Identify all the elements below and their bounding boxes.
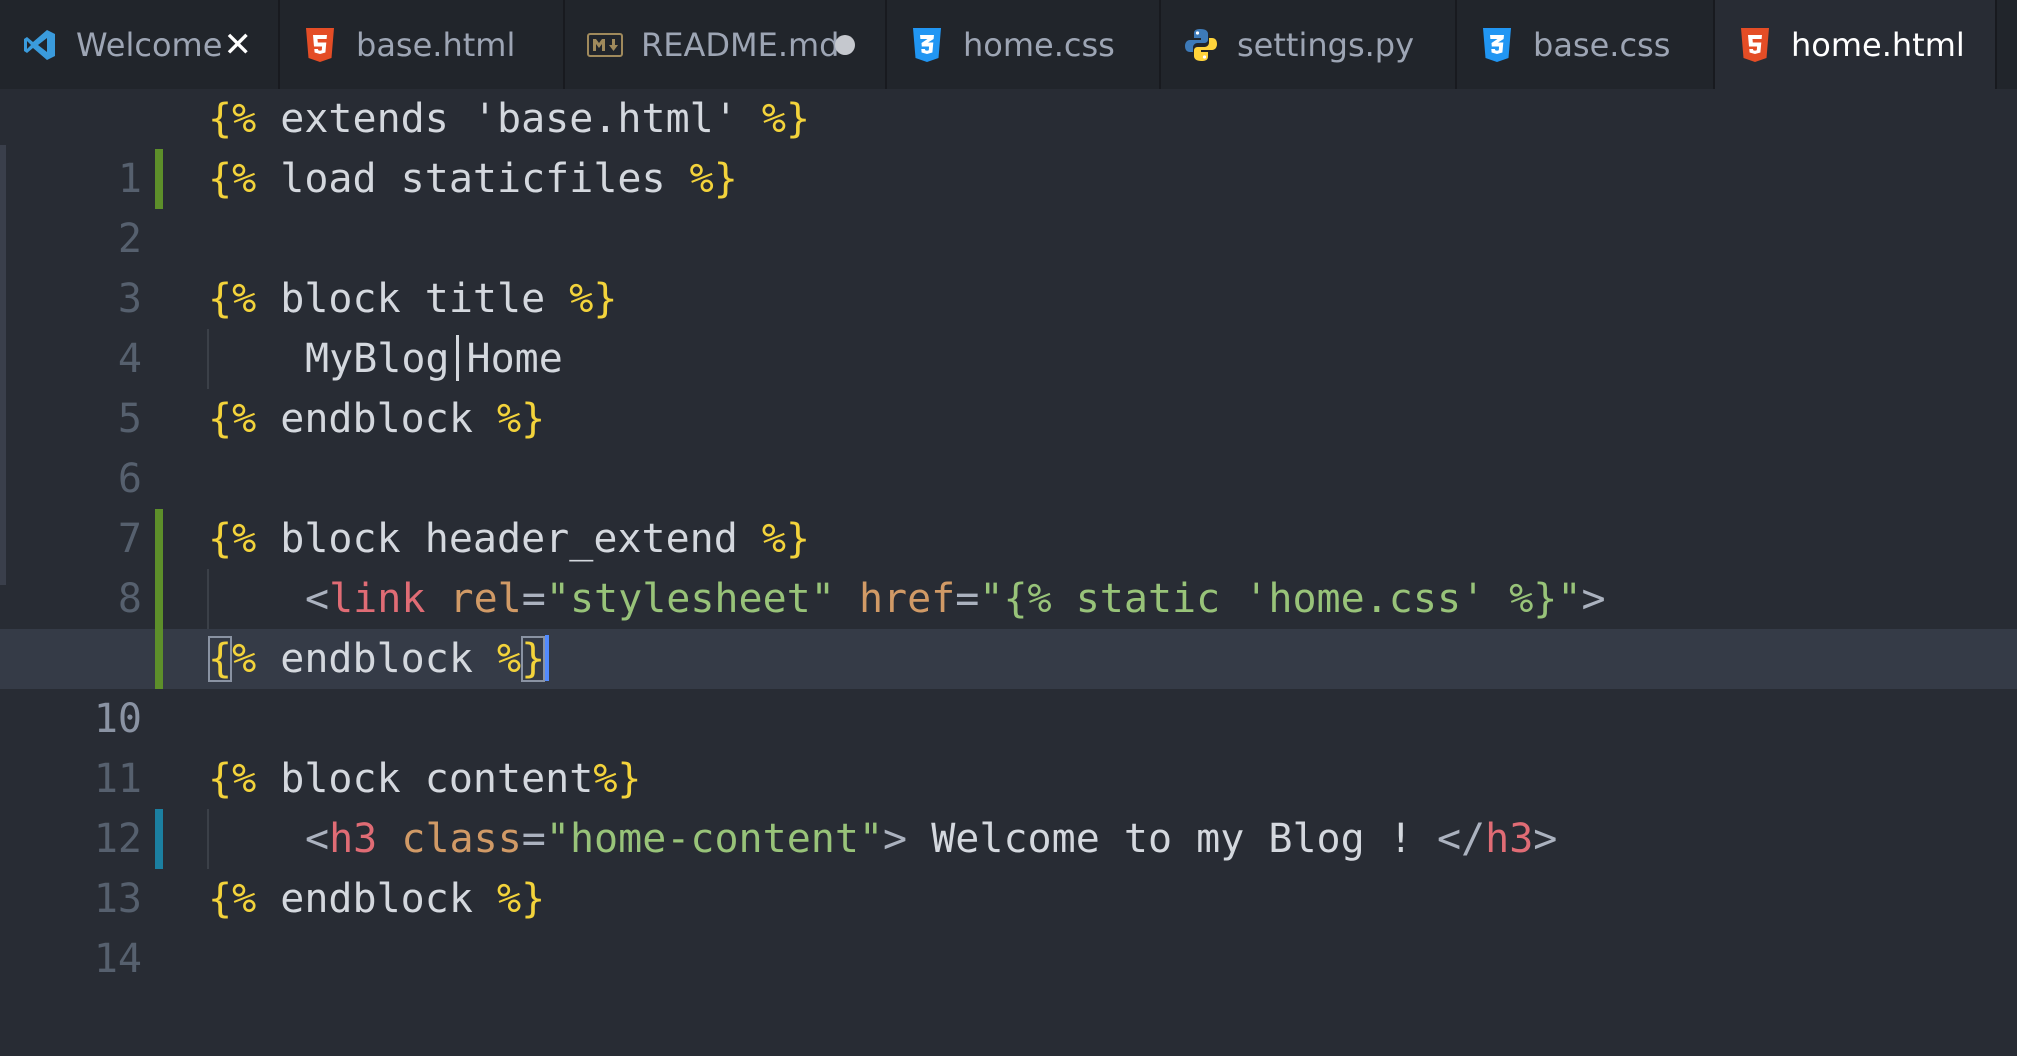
tab-base-html[interactable]: base.html xyxy=(280,0,565,89)
code-line[interactable]: 14 {% endblock %} xyxy=(0,869,2017,982)
bracket-match-highlight: } xyxy=(521,636,546,682)
unsaved-changes-dot-icon[interactable] xyxy=(835,34,855,55)
git-added-marker xyxy=(155,149,163,209)
code-line[interactable]: 3 xyxy=(0,209,2017,322)
line-content: {% block header_extend %} xyxy=(208,516,811,562)
code-line[interactable]: 7 xyxy=(0,449,2017,562)
tab-home-html[interactable]: home.html xyxy=(1715,0,1997,89)
git-added-marker xyxy=(155,629,163,689)
code-line[interactable]: 8 {% block header_extend %} xyxy=(0,509,2017,622)
vscode-icon xyxy=(22,25,58,65)
tab-welcome[interactable]: Welcome ✕ xyxy=(0,0,280,89)
tab-readme-md[interactable]: README.md xyxy=(565,0,887,89)
code-line-current[interactable]: 10 {% endblock %} xyxy=(0,629,2017,742)
tab-label: home.css xyxy=(963,25,1115,64)
code-line[interactable]: 9 <link rel="stylesheet" href="{% static… xyxy=(0,569,2017,682)
indent-guide xyxy=(207,329,209,389)
html5-icon xyxy=(1737,25,1773,65)
tab-label: home.html xyxy=(1791,25,1965,64)
line-content: {% endblock %} xyxy=(208,876,546,922)
tab-label: base.css xyxy=(1533,25,1671,64)
code-line[interactable]: 4 {% block title %} xyxy=(0,269,2017,382)
tab-settings-py[interactable]: settings.py xyxy=(1161,0,1457,89)
git-modified-marker xyxy=(155,809,163,869)
line-content: {% endblock %} xyxy=(208,629,550,689)
code-editor: Welcome ✕ base.html README.md home.css s… xyxy=(0,0,2017,1056)
line-content: {% load staticfiles %} xyxy=(208,156,738,202)
tab-bar: Welcome ✕ base.html README.md home.css s… xyxy=(0,0,2017,89)
code-line[interactable]: 5 MyBlog Home xyxy=(0,329,2017,442)
html5-icon xyxy=(302,25,338,65)
markdown-icon xyxy=(587,25,623,65)
line-content: {% endblock %} xyxy=(208,396,546,442)
tab-label: Welcome xyxy=(76,25,223,64)
git-added-marker xyxy=(155,509,163,569)
indent-guide xyxy=(207,809,209,869)
indent-guide xyxy=(207,569,209,629)
line-content: {% extends 'base.html' %} xyxy=(208,96,811,142)
css3-icon xyxy=(909,25,945,65)
line-content: <h3 class="home-content"> Welcome to my … xyxy=(305,816,1558,862)
tab-label: base.html xyxy=(356,25,516,64)
tab-home-css[interactable]: home.css xyxy=(887,0,1161,89)
line-number: 14 xyxy=(93,936,142,982)
line-content: {% block title %} xyxy=(208,276,618,322)
text-cursor xyxy=(455,335,459,381)
code-line[interactable]: 2 {% load staticfiles %} xyxy=(0,149,2017,262)
tab-label: README.md xyxy=(641,25,840,64)
line-content: <link rel="stylesheet" href="{% static '… xyxy=(305,576,1606,622)
git-added-marker xyxy=(155,569,163,629)
code-line[interactable]: 12 {% block content%} xyxy=(0,749,2017,862)
code-line[interactable]: 1 {% extends 'base.html' %} xyxy=(0,89,2017,202)
caret xyxy=(545,635,550,681)
bracket-match-highlight: { xyxy=(208,636,233,682)
code-area[interactable]: 1 {% extends 'base.html' %} 2 {% load st… xyxy=(0,89,2017,1056)
line-content: {% block content%} xyxy=(208,756,642,802)
code-line[interactable]: 11 xyxy=(0,689,2017,802)
python-icon xyxy=(1183,25,1219,65)
line-content: MyBlog Home xyxy=(305,335,563,382)
code-line[interactable]: 6 {% endblock %} xyxy=(0,389,2017,502)
css3-icon xyxy=(1479,25,1515,65)
close-icon[interactable]: ✕ xyxy=(224,28,253,62)
code-line[interactable]: 13 <h3 class="home-content"> Welcome to … xyxy=(0,809,2017,922)
tab-label: settings.py xyxy=(1237,25,1415,64)
tab-base-css[interactable]: base.css xyxy=(1457,0,1715,89)
